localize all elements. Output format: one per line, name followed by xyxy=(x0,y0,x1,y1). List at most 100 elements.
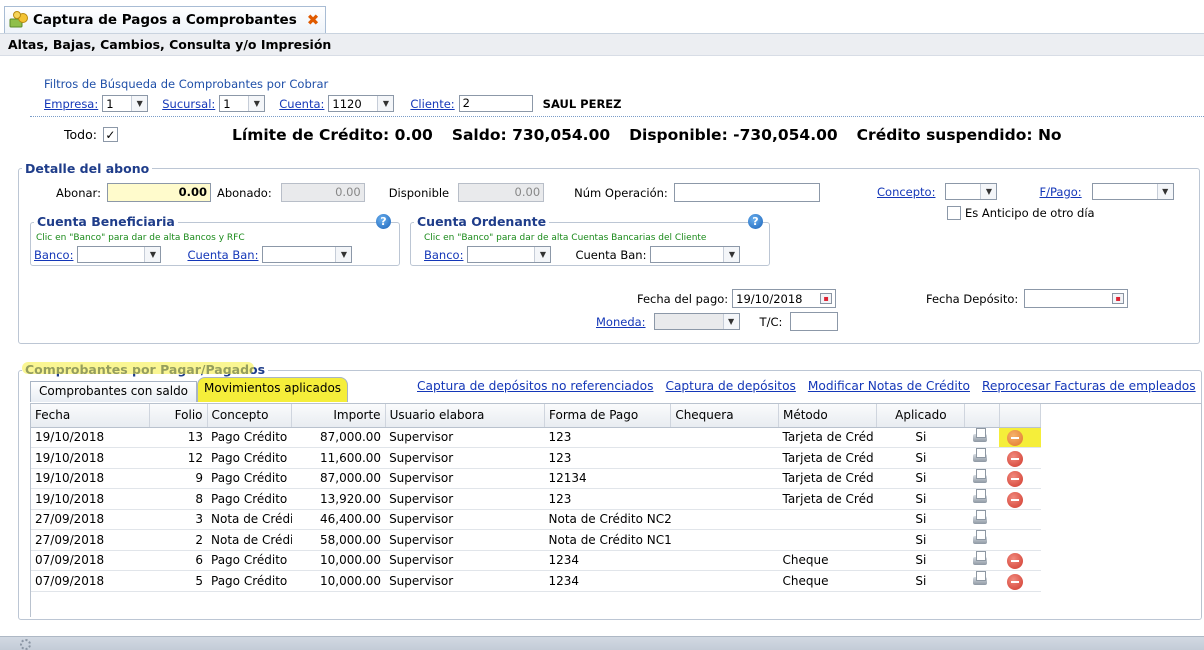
disponible-input[interactable]: 0.00 xyxy=(458,183,545,202)
cell-aplicado: Si xyxy=(876,570,965,592)
printer-icon[interactable] xyxy=(971,427,989,444)
printer-icon[interactable] xyxy=(971,509,989,526)
cell-importe: 58,000.00 xyxy=(291,529,386,551)
column-header[interactable]: Método xyxy=(778,404,878,428)
table-row[interactable]: 19/10/2018 8 Pago Crédito 13,920.00 Supervis… xyxy=(31,488,1041,510)
reprocesar-facturas-link[interactable]: Reprocesar Facturas de empleados xyxy=(982,379,1196,393)
column-header[interactable]: Importe xyxy=(291,404,386,428)
delete-icon[interactable] xyxy=(1007,553,1023,570)
moneda-select[interactable]: ▼ xyxy=(653,313,740,330)
column-header[interactable]: Chequera xyxy=(670,404,779,428)
cell-importe: 13,920.00 xyxy=(291,488,386,510)
printer-icon[interactable] xyxy=(971,550,989,567)
cliente-link[interactable]: Cliente: xyxy=(410,97,454,111)
cell-forma: 123 xyxy=(544,447,671,469)
cell-metodo: Tarjeta de Créd xyxy=(778,488,877,510)
fecha-deposito-input[interactable]: ▪ xyxy=(1024,289,1129,308)
cell-metodo: Tarjeta de Créd xyxy=(778,468,877,489)
chevron-down-icon: ▼ xyxy=(335,247,352,262)
delete-icon[interactable] xyxy=(1007,573,1023,590)
calendar-icon[interactable]: ▪ xyxy=(1112,293,1125,304)
cell-aplicado: Si xyxy=(876,529,965,551)
ordenante-banco-link[interactable]: Banco: xyxy=(424,248,463,262)
tab-captura-pagos[interactable]: Captura de Pagos a Comprobantes ✖ xyxy=(4,6,327,33)
concepto-link[interactable]: Concepto: xyxy=(877,185,935,199)
chevron-down-icon: ▼ xyxy=(534,247,551,262)
todo-checkbox[interactable]: ✓ xyxy=(102,127,118,142)
column-header[interactable]: Fecha xyxy=(31,404,150,428)
column-header[interactable]: Concepto xyxy=(207,404,293,428)
cell-chequera xyxy=(670,447,779,469)
delete-icon[interactable] xyxy=(1007,491,1023,508)
cell-fecha: 19/10/2018 xyxy=(31,447,150,469)
table-row[interactable]: 07/09/2018 6 Pago Crédito 10,000.00 Supervis… xyxy=(31,550,1041,571)
column-header[interactable]: Folio xyxy=(149,404,208,428)
printer-icon[interactable] xyxy=(971,489,989,505)
tab-title: Captura de Pagos a Comprobantes xyxy=(33,12,297,28)
tab-movimientos-aplicados[interactable]: Movimientos aplicados xyxy=(197,377,349,402)
ordenante-banco-select[interactable]: ▼ xyxy=(467,246,552,263)
printer-icon[interactable] xyxy=(971,448,989,464)
beneficiaria-cuenta-link[interactable]: Cuenta Ban: xyxy=(187,248,258,262)
beneficiaria-banco-select[interactable]: ▼ xyxy=(77,246,162,263)
column-header[interactable]: Aplicado xyxy=(876,404,966,428)
delete-icon[interactable] xyxy=(1007,450,1023,467)
moneda-link[interactable]: Moneda: xyxy=(596,315,646,329)
print-cell xyxy=(964,509,999,530)
beneficiaria-cuenta-select[interactable]: ▼ xyxy=(262,246,353,263)
column-header[interactable]: Usuario elabora xyxy=(385,404,546,428)
table-row[interactable]: 19/10/2018 13 Pago Crédito 87,000.00 Supervi… xyxy=(31,427,1041,448)
cell-concepto: Pago Crédito xyxy=(207,488,292,510)
gear-icon[interactable] xyxy=(20,639,31,650)
table-row[interactable]: 19/10/2018 12 Pago Crédito 11,600.00 Supervi… xyxy=(31,447,1041,469)
table-row[interactable]: 27/09/2018 2 Nota de Crédi 58,000.00 Supervi… xyxy=(31,529,1041,551)
tc-input[interactable] xyxy=(790,312,839,331)
captura-depositos-no-ref-link[interactable]: Captura de depósitos no referenciados xyxy=(417,379,653,393)
help-icon[interactable]: ? xyxy=(376,214,391,229)
calendar-icon[interactable]: ▪ xyxy=(820,293,833,304)
cell-forma: 12134 xyxy=(544,468,671,489)
filters-row: Empresa: 1 ▼ Sucursal: 1 ▼ Cuenta: 1120 ▼ C… xyxy=(44,95,622,112)
abonar-input[interactable]: 0.00 xyxy=(106,183,211,202)
captura-depositos-link[interactable]: Captura de depósitos xyxy=(665,379,795,393)
cliente-input[interactable]: 2 xyxy=(458,95,533,112)
ordenante-hint: Clic en "Banco" para dar de alta Cuentas… xyxy=(424,233,707,243)
column-header[interactable] xyxy=(999,404,1041,428)
column-header[interactable] xyxy=(964,404,1000,428)
num-operacion-input[interactable] xyxy=(673,183,820,202)
printer-icon[interactable] xyxy=(971,530,989,546)
fecha-pago-input[interactable]: 19/10/2018 ▪ xyxy=(732,289,837,308)
printer-icon[interactable] xyxy=(971,571,989,587)
table-row[interactable]: 07/09/2018 5 Pago Crédito 10,000.00 Supervis… xyxy=(31,570,1041,592)
printer-icon[interactable] xyxy=(971,468,989,485)
close-icon[interactable]: ✖ xyxy=(307,11,320,29)
modificar-notas-credito-link[interactable]: Modificar Notas de Crédito xyxy=(808,379,970,393)
anticipo-checkbox[interactable] xyxy=(947,206,961,220)
empresa-select[interactable]: 1 ▼ xyxy=(102,95,149,112)
table-row[interactable]: 19/10/2018 9 Pago Crédito 87,000.00 Supervis… xyxy=(31,468,1041,489)
delete-cell xyxy=(999,488,1041,510)
delete-icon[interactable] xyxy=(1007,471,1023,488)
concepto-select[interactable]: ▼ xyxy=(945,183,998,200)
tab-comprobantes-con-saldo[interactable]: Comprobantes con saldo xyxy=(30,381,198,402)
fpago-link[interactable]: F/Pago: xyxy=(1039,185,1081,199)
cuenta-select[interactable]: 1120 ▼ xyxy=(328,95,395,112)
help-icon[interactable]: ? xyxy=(748,214,763,229)
print-cell xyxy=(964,468,999,489)
delete-cell xyxy=(999,447,1041,469)
cell-chequera xyxy=(670,529,779,551)
cell-aplicado: Si xyxy=(876,488,965,510)
delete-cell xyxy=(999,509,1041,530)
empresa-link[interactable]: Empresa: xyxy=(44,97,98,111)
ordenante-cuenta-select[interactable]: ▼ xyxy=(650,246,741,263)
delete-icon[interactable] xyxy=(1007,430,1023,447)
cuenta-link[interactable]: Cuenta: xyxy=(279,97,324,111)
cell-metodo: Cheque xyxy=(778,550,877,571)
sucursal-link[interactable]: Sucursal: xyxy=(162,97,215,111)
table-row[interactable]: 27/09/2018 3 Nota de Crédi 46,400.00 Supervi… xyxy=(31,509,1041,530)
beneficiaria-banco-link[interactable]: Banco: xyxy=(34,248,73,262)
column-header[interactable]: Forma de Pago xyxy=(544,404,672,428)
fpago-select[interactable]: ▼ xyxy=(1091,183,1174,200)
sucursal-select[interactable]: 1 ▼ xyxy=(219,95,266,112)
abonado-input[interactable]: 0.00 xyxy=(280,183,365,202)
